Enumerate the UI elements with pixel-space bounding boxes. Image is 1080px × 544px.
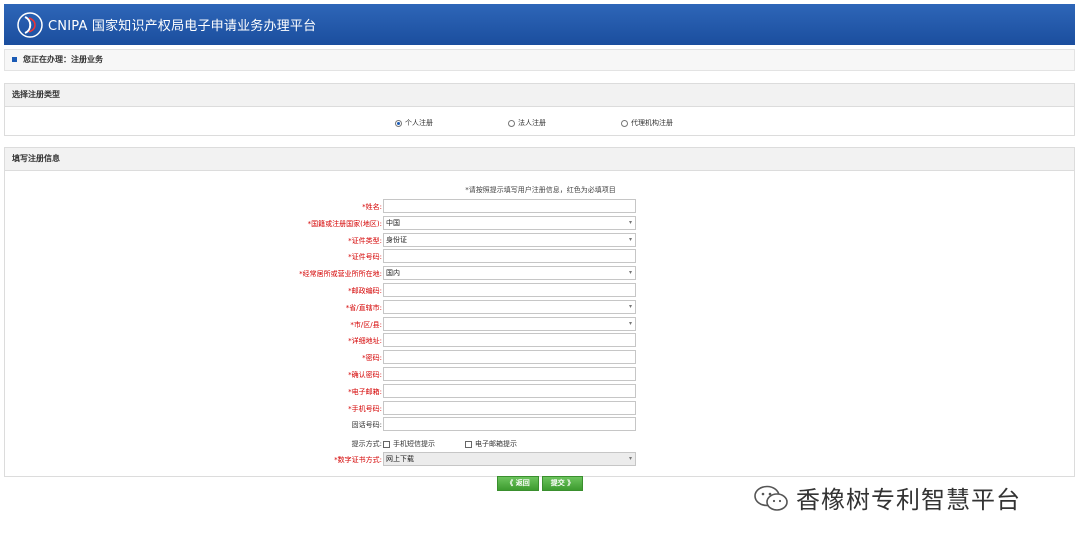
radio-icon[interactable] — [508, 119, 515, 127]
form-row: *手机号码: — [5, 400, 1076, 416]
dropdown-arrow-icon: ▾ — [628, 218, 632, 226]
form-row: *确认密码: — [5, 367, 1076, 382]
radio-personal[interactable]: 个人注册 — [395, 118, 433, 128]
field-label: *邮政编码: — [348, 287, 382, 295]
cert-method-select[interactable]: 网上下载 ▾ — [383, 452, 636, 466]
form-note: *请按照提示填写用户注册信息，红色为必填项目 — [465, 186, 616, 194]
field-label: *国籍或注册国家(地区): — [307, 219, 382, 228]
field-label: *电子邮箱: — [348, 387, 382, 396]
form-row: *国籍或注册国家(地区): 中国 ▾ — [5, 215, 1076, 231]
form-row: *详细地址: — [5, 333, 1076, 348]
select-field[interactable]: ▾ — [383, 316, 636, 331]
field-label: *手机号码: — [348, 404, 382, 413]
dropdown-arrow-icon: ▾ — [628, 235, 632, 243]
square-bullet-icon — [12, 57, 17, 62]
checkbox-icon[interactable] — [383, 440, 390, 448]
radio-legal-person[interactable]: 法人注册 — [508, 118, 546, 128]
field-label: 提示方式: — [351, 440, 382, 448]
checkbox-icon[interactable] — [465, 440, 472, 448]
text-input[interactable] — [383, 283, 636, 297]
text-input[interactable] — [383, 383, 636, 398]
current-task-text: 您正在办理：注册业务 — [23, 55, 103, 64]
select-field[interactable]: 身份证 ▾ — [383, 232, 636, 247]
form-row: *姓名: — [5, 199, 1076, 214]
dropdown-arrow-icon: ▾ — [628, 302, 632, 310]
field-label: *证件号码: — [348, 253, 382, 262]
field-label: *经常居所或营业所所在地: — [299, 270, 382, 279]
form-row: *经常居所或营业所所在地: 国内 ▾ — [5, 266, 1076, 281]
register-info-section: 填写注册信息 *请按照提示填写用户注册信息，红色为必填项目 *姓名: *国籍或注册… — [4, 147, 1075, 477]
back-button[interactable]: 《 返回 — [497, 476, 539, 491]
field-label: *密码: — [362, 354, 382, 363]
text-input[interactable] — [383, 350, 636, 365]
section-title: 选择注册类型 — [5, 84, 1074, 107]
text-input[interactable] — [383, 400, 636, 415]
text-input[interactable] — [383, 199, 636, 213]
app-header: CNIPA 国家知识产权局电子申请业务办理平台 — [4, 4, 1075, 45]
sms-notify-checkbox[interactable]: 手机短信提示 — [383, 439, 435, 449]
radio-agency[interactable]: 代理机构注册 — [621, 118, 673, 128]
form-row: *电子邮箱: — [5, 383, 1076, 399]
page-title: CNIPA 国家知识产权局电子申请业务办理平台 — [48, 19, 317, 34]
cert-method-row: *数字证书方式: 网上下载 ▾ — [5, 452, 1076, 467]
cnipa-logo-icon — [17, 11, 43, 38]
text-input[interactable] — [383, 417, 636, 432]
email-notify-checkbox[interactable]: 电子邮箱提示 — [465, 439, 517, 449]
text-input[interactable] — [383, 249, 636, 264]
select-field[interactable]: ▾ — [383, 299, 636, 314]
field-label: *姓名: — [362, 203, 382, 211]
select-field[interactable]: 国内 ▾ — [383, 266, 636, 281]
form-row: *密码: — [5, 350, 1076, 365]
wechat-icon — [754, 485, 788, 511]
form-row: *市/区/县: ▾ — [5, 316, 1076, 332]
dropdown-arrow-icon: ▾ — [628, 319, 632, 327]
form-row: *省/直辖市: ▾ — [5, 299, 1076, 315]
watermark-text: 香橡树专利智慧平台 — [796, 486, 1021, 514]
register-type-options: 个人注册 法人注册 代理机构注册 — [5, 107, 1074, 138]
notify-method-row: 提示方式: 手机短信提示 电子邮箱提示 — [5, 436, 1076, 451]
field-label: *省/直辖市: — [345, 303, 382, 312]
field-label: *确认密码: — [348, 371, 382, 379]
form-row: *邮政编码: — [5, 283, 1076, 298]
field-label: *详细地址: — [348, 337, 382, 346]
dropdown-arrow-icon: ▾ — [628, 455, 632, 462]
radio-icon[interactable] — [621, 119, 628, 127]
submit-button[interactable]: 提交 》 — [542, 476, 583, 491]
form-row: 固话号码: — [5, 417, 1076, 432]
field-label: 固话号码: — [351, 421, 382, 430]
watermark: 香橡树专利智慧平台 — [752, 480, 1021, 515]
text-input[interactable] — [383, 367, 636, 381]
register-type-section: 选择注册类型 个人注册 法人注册 代理机构注册 — [4, 83, 1075, 136]
dropdown-arrow-icon: ▾ — [628, 269, 632, 277]
section-title: 填写注册信息 — [5, 148, 1074, 171]
form-row: *证件类型: 身份证 ▾ — [5, 232, 1076, 248]
select-field[interactable]: 中国 ▾ — [383, 215, 636, 230]
field-label: *证件类型: — [348, 236, 382, 245]
radio-checked-icon[interactable] — [395, 119, 402, 127]
current-task-bar: 您正在办理：注册业务 — [4, 49, 1075, 71]
text-input[interactable] — [383, 333, 636, 348]
field-label: *数字证书方式: — [334, 456, 382, 464]
form-row: *证件号码: — [5, 249, 1076, 264]
field-label: *市/区/县: — [350, 320, 382, 329]
